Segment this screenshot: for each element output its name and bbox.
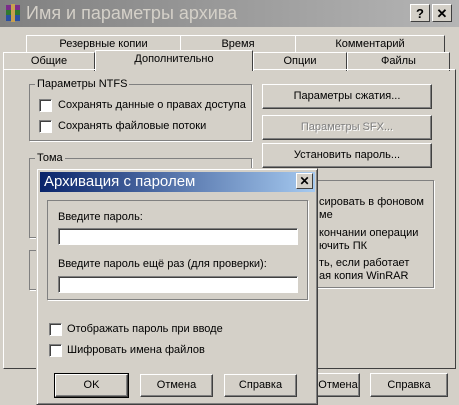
dialog-cancel-button[interactable]: Отмена	[140, 374, 213, 397]
tab-advanced[interactable]: Дополнительно	[95, 50, 253, 71]
main-help-button[interactable]: Справка	[370, 373, 448, 397]
confirm-password-label: Введите пароль ещё раз (для проверки):	[58, 258, 267, 270]
background-option-text-3: кончании операции	[319, 227, 419, 239]
dialog-close-button[interactable]: ✕	[296, 173, 313, 189]
ntfs-group	[29, 84, 252, 141]
show-password-checkbox[interactable]	[49, 323, 62, 336]
encrypt-names-checkbox[interactable]	[49, 344, 62, 357]
background-option-text-4: ючить ПК	[319, 240, 368, 252]
background-option-text-6: ая копия WinRAR	[319, 270, 409, 282]
dialog-help-button[interactable]: Справка	[224, 374, 297, 397]
password-dialog: Архивация с паролем ✕ Введите пароль: Вв…	[36, 168, 318, 405]
save-streams-checkbox[interactable]	[39, 120, 52, 133]
close-window-button[interactable]: ✕	[432, 4, 452, 22]
show-password-label[interactable]: Отображать пароль при вводе	[67, 323, 223, 335]
window-title: Имя и параметры архива	[26, 3, 238, 23]
background-option-text-1: сировать в фоновом	[319, 196, 424, 208]
compression-settings-button[interactable]: Параметры сжатия...	[262, 84, 432, 109]
window-titlebar[interactable]: Имя и параметры архива ? ✕	[0, 0, 459, 27]
save-streams-label[interactable]: Сохранять файловые потоки	[58, 120, 206, 132]
set-password-button[interactable]: Установить пароль...	[262, 143, 432, 168]
password-label: Введите пароль:	[58, 211, 143, 223]
background-option-text-2: ме	[319, 209, 333, 221]
password-input[interactable]	[58, 228, 298, 245]
help-title-button[interactable]: ?	[410, 4, 430, 22]
dialog-titlebar[interactable]: Архивация с паролем ✕	[40, 172, 315, 192]
confirm-password-input[interactable]	[58, 276, 298, 293]
dialog-ok-button[interactable]: OK	[54, 373, 129, 398]
winrar-app-icon	[6, 4, 20, 22]
volumes-group-title: Тома	[35, 152, 65, 164]
dialog-title: Архивация с паролем	[44, 173, 196, 190]
encrypt-names-label[interactable]: Шифровать имена файлов	[67, 344, 205, 356]
save-security-label[interactable]: Сохранять данные о правах доступа	[58, 99, 246, 111]
background-option-text-5: ть, если работает	[319, 257, 410, 269]
ntfs-group-title: Параметры NTFS	[35, 78, 130, 90]
save-security-checkbox[interactable]	[39, 99, 52, 112]
sfx-settings-button[interactable]: Параметры SFX...	[262, 115, 432, 140]
